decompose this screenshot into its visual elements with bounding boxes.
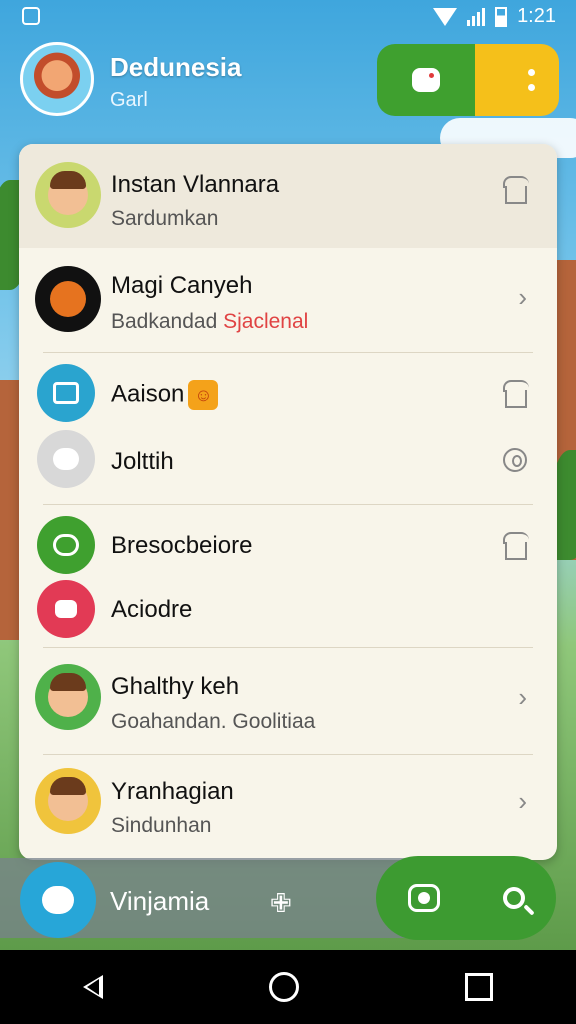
chat-button[interactable]: [377, 44, 475, 116]
contact-avatar: [37, 364, 95, 422]
back-icon[interactable]: [83, 975, 103, 999]
contact-avatar: [35, 162, 101, 228]
list-item-title: Aciodre: [111, 596, 193, 623]
chevron-right-icon: ›: [518, 786, 527, 816]
header-actions: [377, 44, 559, 116]
contact-avatar: [37, 430, 95, 488]
battery-icon: [495, 6, 508, 27]
list-item[interactable]: Ghalthy keh Goahandan. Goolitiaa ›: [19, 650, 557, 754]
chat-bubble-icon: [42, 886, 74, 914]
profile-avatar[interactable]: [20, 42, 94, 116]
divider: [43, 754, 533, 755]
list-item-subtitle: Badkandad Sjaclenal: [111, 310, 309, 333]
heart-icon: [37, 580, 95, 638]
list-item[interactable]: Jolttih: [19, 428, 557, 500]
list-item-subtitle: Goahandan. Goolitiaa: [111, 710, 316, 733]
list-item-title: Yranhagian: [111, 778, 234, 805]
more-vert-icon: [528, 69, 535, 91]
camera-icon[interactable]: [407, 884, 440, 912]
contact-avatar: [35, 664, 101, 730]
list-item[interactable]: Instan Vlannara Sardumkan: [19, 144, 557, 248]
divider: [43, 504, 533, 505]
list-item-title: Instan Vlannara: [111, 171, 280, 198]
more-button[interactable]: [475, 44, 559, 116]
list-item-subtitle: Sindunhan: [111, 814, 212, 837]
compose-button[interactable]: [20, 862, 96, 938]
list-item-title: Ghalthy keh: [111, 673, 240, 700]
emoji-badge-icon: ☺: [188, 380, 219, 410]
list-item[interactable]: Aciodre: [19, 580, 557, 644]
system-nav-bar: [0, 950, 576, 1024]
chevron-right-icon: ›: [518, 282, 527, 312]
home-icon[interactable]: [269, 972, 299, 1002]
bottom-actions: [376, 856, 556, 940]
chat-list: Instan Vlannara Sardumkan Magi Canyeh Ba…: [19, 144, 557, 860]
list-item-title: Aaison ☺: [111, 380, 219, 410]
header-title: Dedunesia: [110, 52, 242, 82]
wifi-icon: [433, 7, 458, 26]
contact-avatar: [35, 768, 101, 834]
status-bar: 1:21: [0, 0, 576, 34]
divider: [43, 352, 533, 353]
bottom-bar-label: Vinjamia: [110, 886, 210, 916]
house-icon: [505, 390, 527, 408]
status-time: 1:21: [517, 5, 556, 27]
list-item-subtitle: Sardumkan: [111, 207, 219, 230]
signal-icon: [467, 7, 486, 26]
list-item[interactable]: Bresocbeiore: [19, 508, 557, 580]
list-item-title: Magi Canyeh: [111, 272, 253, 299]
list-item[interactable]: Yranhagian Sindunhan ›: [19, 756, 557, 860]
search-icon[interactable]: [502, 887, 525, 909]
divider: [43, 647, 533, 648]
pin-off-icon[interactable]: ✙: [270, 888, 292, 919]
list-item[interactable]: Aaison ☺: [19, 356, 557, 428]
header-subtitle: Garl: [110, 89, 148, 111]
list-item-title: Bresocbeiore: [111, 532, 253, 559]
contact-avatar: [35, 266, 101, 332]
chat-icon: [412, 68, 440, 92]
house-icon: [505, 542, 527, 560]
notification-icon: [22, 7, 40, 25]
house-icon: [505, 186, 527, 204]
contact-avatar: [37, 516, 95, 574]
circle-icon: [503, 448, 527, 472]
list-item-title: Jolttih: [111, 448, 174, 475]
chevron-right-icon: ›: [518, 682, 527, 712]
list-item[interactable]: Magi Canyeh Badkandad Sjaclenal ›: [19, 248, 557, 352]
recents-icon[interactable]: [465, 973, 493, 1001]
